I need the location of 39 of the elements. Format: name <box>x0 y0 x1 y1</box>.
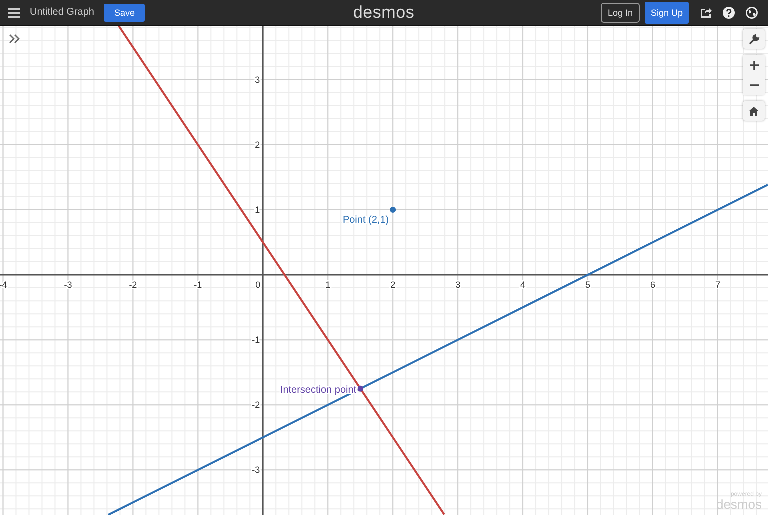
menu-icon[interactable] <box>8 8 20 18</box>
tick-label: 6 <box>650 280 656 290</box>
point-label: Point (2,1) <box>342 215 390 226</box>
tick-label: -1 <box>252 335 260 346</box>
settings-button[interactable] <box>743 29 765 49</box>
zoom-in-button[interactable] <box>743 55 765 75</box>
home-icon <box>749 106 759 116</box>
tick-label: -4 <box>0 280 8 290</box>
save-button[interactable]: Save <box>104 4 145 22</box>
plus-icon <box>750 60 758 70</box>
help-icon[interactable] <box>723 6 735 18</box>
tick-label: -3 <box>64 280 72 290</box>
wrench-icon <box>748 34 760 44</box>
tick-label: 1 <box>255 205 260 216</box>
tick-label: 7 <box>715 280 720 290</box>
logo: desmos <box>353 2 415 22</box>
tick-label: 2 <box>255 140 260 150</box>
signup-button[interactable]: Sign Up <box>644 2 689 24</box>
zoom-out-button[interactable] <box>743 75 765 95</box>
tick-label: 0 <box>256 280 261 290</box>
tick-label: 4 <box>520 280 526 290</box>
home-button[interactable] <box>743 101 765 121</box>
share-icon[interactable] <box>700 7 712 18</box>
tick-label: -2 <box>129 280 138 290</box>
tick-label: 3 <box>456 280 461 290</box>
point-marker[interactable] <box>390 207 396 214</box>
tick-label: 1 <box>326 280 331 290</box>
tick-label: -2 <box>252 400 260 410</box>
login-button[interactable]: Log In <box>600 2 640 22</box>
tick-label: 5 <box>586 280 591 290</box>
tick-label: 2 <box>390 280 396 290</box>
tick-label: -3 <box>252 465 260 476</box>
point-label: Intersection point <box>280 384 357 396</box>
tick-label: 3 <box>255 74 260 85</box>
globe-icon[interactable] <box>746 6 758 18</box>
expand-icon[interactable] <box>9 34 21 44</box>
graph-title[interactable]: Untitled Graph <box>30 7 94 18</box>
tick-label: -1 <box>194 280 202 290</box>
point-marker[interactable] <box>358 386 364 392</box>
